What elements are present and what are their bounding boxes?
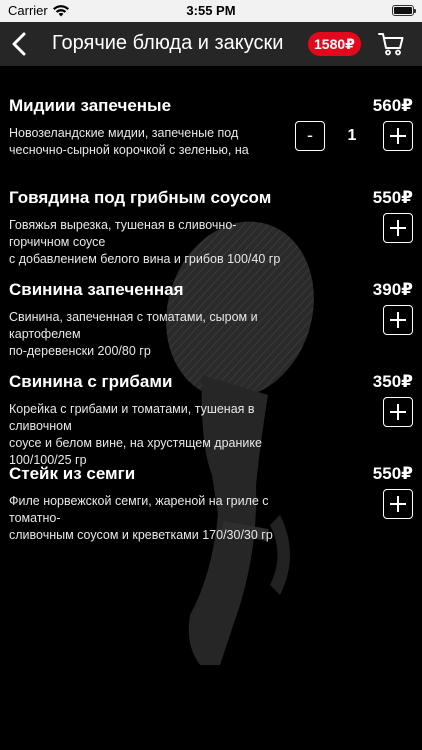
item-price: 350₽ [372, 372, 413, 391]
menu-item: Свинина запеченная 390₽ Свинина, запечен… [0, 250, 422, 358]
item-name: Стейк из семги [9, 464, 136, 483]
cart-button[interactable] [378, 32, 404, 56]
increase-quantity-button[interactable] [383, 121, 413, 151]
page-title: Горячие блюда и закуски [52, 32, 284, 54]
item-name: Говядина под грибным соусом [9, 188, 272, 207]
item-price: 550₽ [372, 464, 413, 483]
battery-icon [392, 5, 416, 16]
item-price: 550₽ [372, 188, 413, 207]
menu-item: Говядина под грибным соусом 550₽ Говяжья… [0, 158, 422, 266]
chevron-left-icon [12, 32, 26, 56]
shopping-cart-icon [378, 33, 404, 56]
plus-icon [390, 220, 406, 236]
item-description: Филе норвежской семги, жареной на гриле … [9, 494, 273, 542]
add-to-cart-button[interactable] [383, 397, 413, 427]
item-name: Свинина с грибами [9, 372, 173, 391]
plus-icon [390, 496, 406, 512]
nav-header: Горячие блюда и закуски 1580₽ [0, 22, 422, 66]
quantity-value: 1 [347, 127, 357, 144]
cart-total-badge[interactable]: 1580₽ [308, 32, 361, 56]
menu-item: Мидиии запеченые 560₽ Новозеландские мид… [0, 66, 422, 158]
add-to-cart-button[interactable] [383, 489, 413, 519]
quantity-stepper: - 1 [295, 121, 413, 151]
item-price: 560₽ [372, 96, 413, 115]
menu-item: Свинина с грибами 350₽ Корейка с грибами… [0, 342, 422, 467]
status-bar: Carrier 3:55 PM [0, 0, 422, 22]
plus-icon [390, 128, 406, 144]
decrease-quantity-button[interactable]: - [295, 121, 325, 151]
plus-icon [390, 404, 406, 420]
add-to-cart-button[interactable] [383, 213, 413, 243]
plus-icon [390, 312, 406, 328]
menu-item: Стейк из семги 550₽ Филе норвежской семг… [0, 434, 422, 542]
item-price: 390₽ [372, 280, 413, 299]
item-name: Свинина запеченная [9, 280, 184, 299]
add-to-cart-button[interactable] [383, 305, 413, 335]
status-time: 3:55 PM [186, 3, 236, 18]
back-button[interactable] [8, 28, 32, 60]
item-description: Новозеландские мидии, запеченые под чесн… [9, 126, 249, 157]
item-name: Мидиии запеченые [9, 96, 172, 115]
